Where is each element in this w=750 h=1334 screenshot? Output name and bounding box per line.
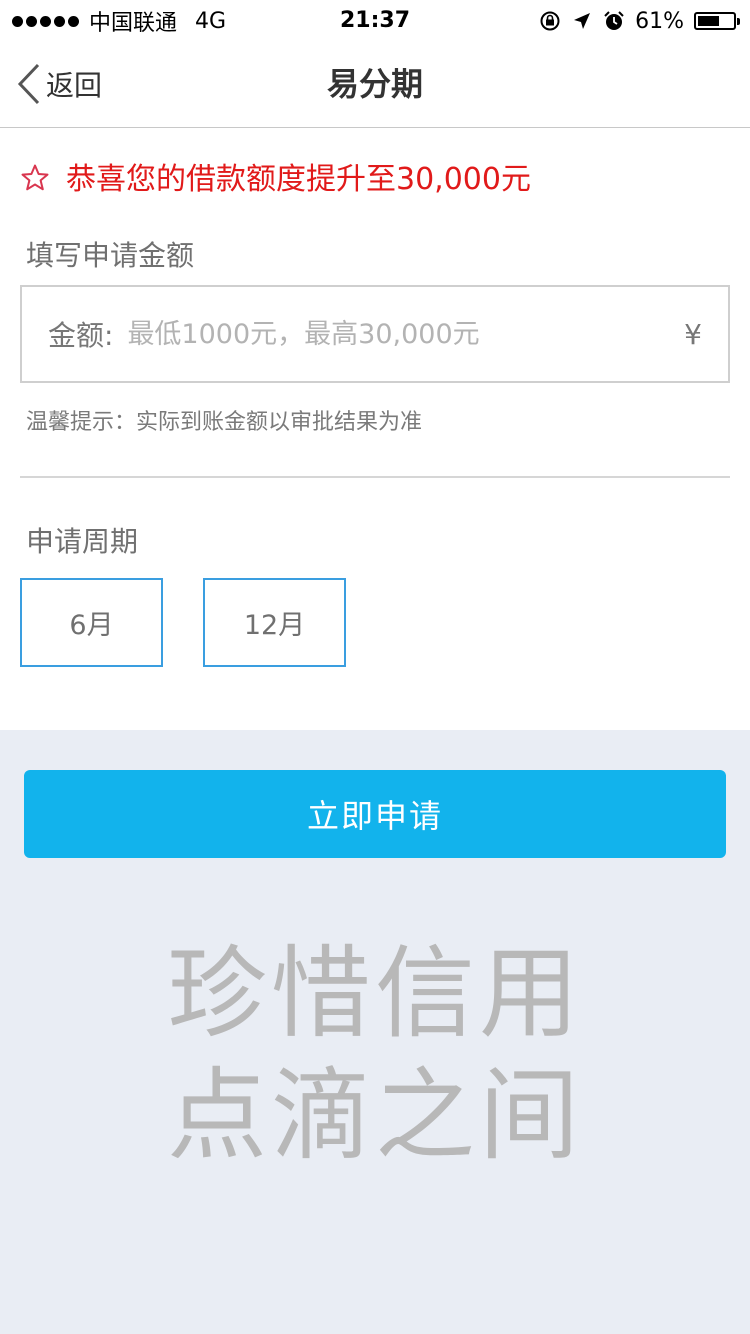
period-option-6-months[interactable]: 6月 [20,578,163,667]
star-outline-icon [20,163,50,197]
status-bar: 中国联通 4G 21:37 61% [0,0,750,40]
period-section-label: 申请周期 [26,525,139,558]
main-content: 恭喜您的借款额度提升至30,000元 填写申请金额 金额: ¥ 温馨提示：实际到… [0,128,750,730]
currency-symbol: ¥ [684,317,702,351]
amount-field-label: 金额: [48,319,114,352]
page-title: 易分期 [326,65,423,103]
alarm-icon [603,10,625,32]
apply-now-button[interactable]: 立即申请 [24,770,726,858]
battery-percent: 61% [635,8,684,34]
bottom-area: 立即申请 珍惜信用 点滴之间 [0,730,750,1334]
period-option-12-months[interactable]: 12月 [203,578,346,667]
amount-section-label: 填写申请金额 [26,239,195,272]
location-arrow-icon [571,10,593,32]
orientation-lock-icon [539,10,561,32]
status-right: 61% [539,6,740,36]
promo-text: 恭喜您的借款额度提升至30,000元 [66,162,531,197]
amount-input[interactable] [125,303,685,365]
slogan-line-1: 珍惜信用 [167,935,583,1052]
credit-limit-promo: 恭喜您的借款额度提升至30,000元 [20,158,531,202]
amount-field-box: 金额: ¥ [20,285,730,383]
section-divider [20,476,730,478]
approval-tip: 温馨提示：实际到账金额以审批结果为准 [26,410,423,435]
battery-icon [694,12,740,30]
slogan-line-2: 点滴之间 [167,1057,583,1174]
battery-level-fill [698,16,719,26]
navigation-bar: 返回 易分期 [0,40,750,128]
